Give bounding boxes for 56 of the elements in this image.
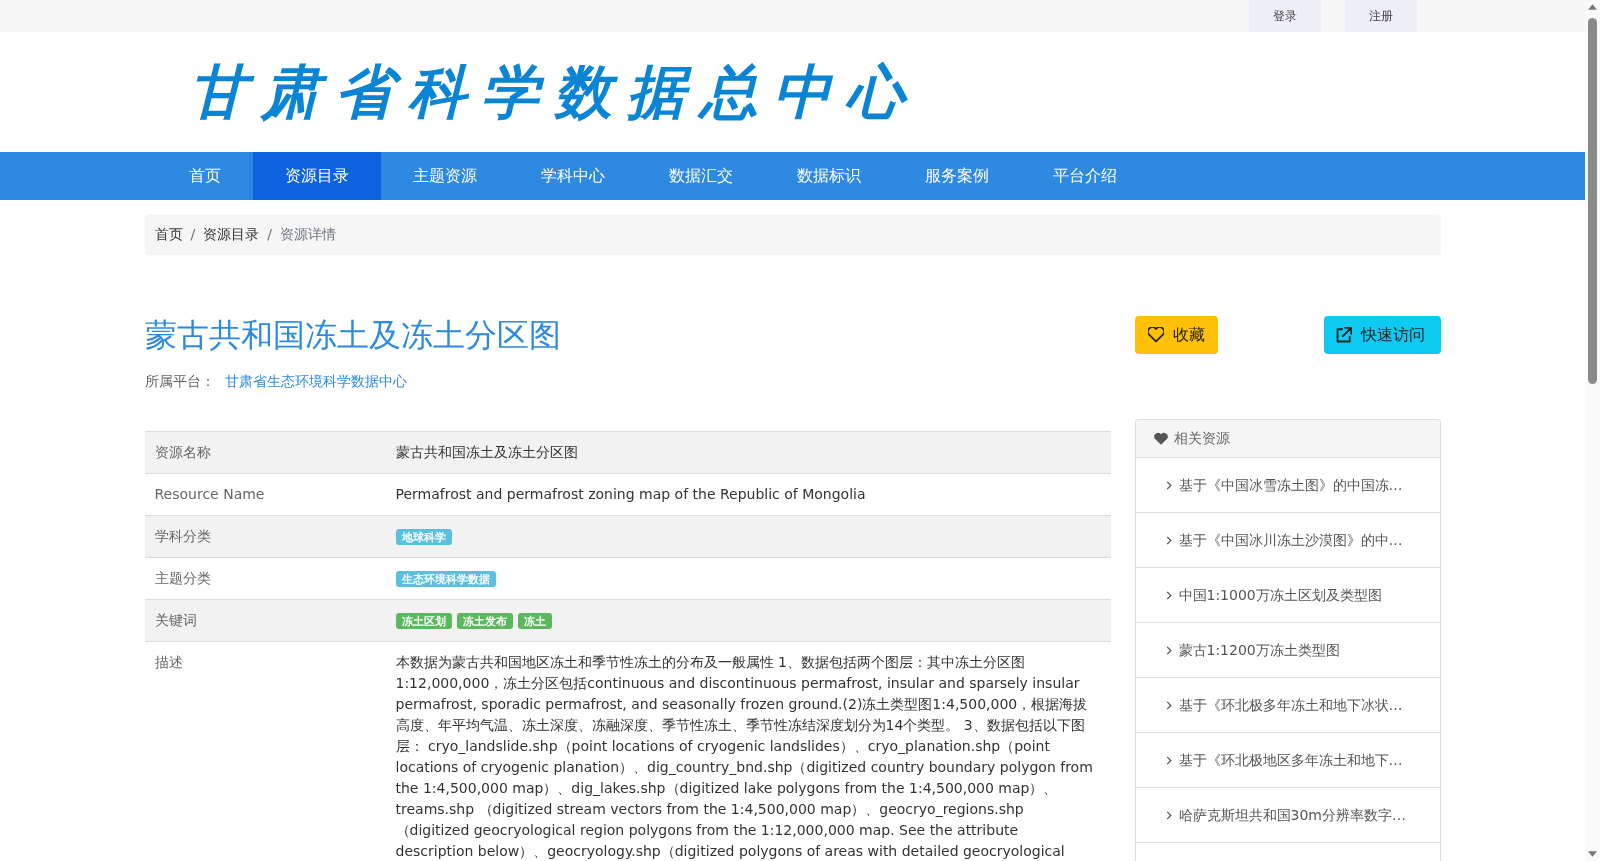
chevron-right-icon bbox=[1165, 700, 1172, 710]
related-resource-link[interactable]: 中国1:1000万冻土区划及类型图 bbox=[1135, 568, 1440, 623]
nav-tab[interactable]: 数据标识 bbox=[764, 152, 893, 200]
nav-tab[interactable]: 数据汇交 bbox=[636, 152, 765, 200]
breadcrumb-current-page: 资源详情 bbox=[279, 225, 336, 244]
field-value: Permafrost and permafrost zoning map of the Republic of Mongolia bbox=[394, 485, 867, 504]
nav-tab[interactable]: 服务案例 bbox=[892, 152, 1021, 200]
field-label: 主题分类 bbox=[153, 569, 212, 588]
scrollbar-thumb[interactable] bbox=[1588, 18, 1597, 384]
nav-tab[interactable]: 资源目录 bbox=[252, 152, 381, 200]
breadcrumb-separator: / bbox=[267, 225, 272, 244]
favorite-button[interactable]: 收藏 bbox=[1134, 316, 1218, 354]
field-label: 学科分类 bbox=[153, 527, 212, 546]
nav-tab[interactable]: 首页 bbox=[156, 152, 253, 200]
resource-title: 蒙古共和国冻土及冻土分区图 bbox=[144, 316, 561, 354]
nav-tab[interactable]: 平台介绍 bbox=[1020, 152, 1149, 200]
category-tag: 冻土区划 bbox=[395, 612, 452, 629]
related-resource-link[interactable]: 基于《环北极地区多年冻土和地下… bbox=[1135, 733, 1440, 788]
heart-outline-icon bbox=[1147, 327, 1164, 343]
chevron-right-icon bbox=[1165, 590, 1172, 600]
related-resource-link[interactable]: 基于《中国冰雪冻土图》的中国冻… bbox=[1135, 458, 1440, 513]
quick-access-button[interactable]: 快速访问 bbox=[1323, 316, 1441, 354]
site-logo-text: 甘肃省科学数据总中心 bbox=[188, 61, 919, 123]
breadcrumb-link[interactable]: 首页 bbox=[154, 224, 183, 245]
platform-label: 所属平台： bbox=[144, 372, 215, 390]
chevron-right-icon bbox=[1165, 535, 1172, 545]
external-link-icon bbox=[1335, 327, 1352, 343]
scroll-up-arrow-icon[interactable] bbox=[1588, 4, 1597, 10]
panel-title: 相关资源 bbox=[1173, 429, 1230, 448]
field-label: 关键词 bbox=[153, 611, 198, 630]
field-label: 描述 bbox=[153, 653, 184, 672]
field-value: 本数据为蒙古共和国地区冻土和季节性冻土的分布及一般属性 1、数据包括两个图层：其中冻土分区图1:12,000,000，冻土分区包括continuous and discontinuous permafrost, insular and sparsely insular permafrost, sporadic permafrost, and seasonally frozen ground.(2)冻土类型图1:4,500,000，根据海拔高度、年平均气温、冻土深度、冻融深度、季节性冻土、季节性冻结深度划分为14个类型。 3、数据包括以下图层： cryo_landslide.shp（point locations of cryogenic landslides）、cryo_planation.shp（point locations of cryogenic planation）、dig_country_bnd.shp（digitized country boundary polygon from the 1:4,500,000 map）、dig_lakes.shp（digitized lake polygons from the 1:4,500,000 map）、treams.shp （digitized stream vectors from the 1:4,500,000 map）、geocryo_regions.shp（digitized geocryological region polygons from the 1:12,000,000 map. See the attribute description below）、geocryology.shp（digitized polygons of areas with detailed geocryological bbox=[394, 653, 1094, 861]
breadcrumb-link[interactable]: 资源目录 bbox=[203, 224, 260, 245]
related-resource-link[interactable]: 基于《环北极多年冻土和地下冰状… bbox=[1135, 678, 1440, 733]
account-link-button[interactable]: 注册 bbox=[1344, 0, 1417, 32]
category-tag: 地球科学 bbox=[395, 528, 452, 545]
category-tag: 生态环境科学数据 bbox=[395, 570, 496, 587]
field-label: 资源名称 bbox=[153, 443, 212, 462]
account-link-button[interactable]: 登录 bbox=[1248, 0, 1321, 32]
field-value: 蒙古共和国冻土及冻土分区图 bbox=[394, 443, 579, 462]
nav-tab[interactable]: 主题资源 bbox=[380, 152, 509, 200]
category-tag: 冻土 bbox=[517, 612, 552, 629]
chevron-right-icon bbox=[1165, 645, 1172, 655]
related-resource-link[interactable]: 蒙古1:1200万冻土类型图 bbox=[1135, 623, 1440, 678]
field-label: Resource Name bbox=[153, 485, 266, 504]
heart-icon bbox=[1153, 432, 1168, 445]
nav-tab[interactable]: 学科中心 bbox=[508, 152, 637, 200]
related-resource-link[interactable]: 哈萨克斯坦共和国30m分辨率数字… bbox=[1135, 788, 1440, 843]
chevron-right-icon bbox=[1165, 480, 1172, 490]
breadcrumb-separator: / bbox=[190, 225, 196, 244]
category-tag: 冻土发布 bbox=[456, 612, 513, 629]
platform-link[interactable]: 甘肃省生态环境科学数据中心 bbox=[224, 372, 407, 390]
chevron-right-icon bbox=[1165, 755, 1172, 765]
related-resource-link[interactable]: 基于《中国冰川冻土沙漠图》的中… bbox=[1135, 513, 1440, 568]
chevron-right-icon bbox=[1165, 810, 1172, 820]
scroll-down-arrow-icon[interactable] bbox=[1588, 851, 1597, 857]
